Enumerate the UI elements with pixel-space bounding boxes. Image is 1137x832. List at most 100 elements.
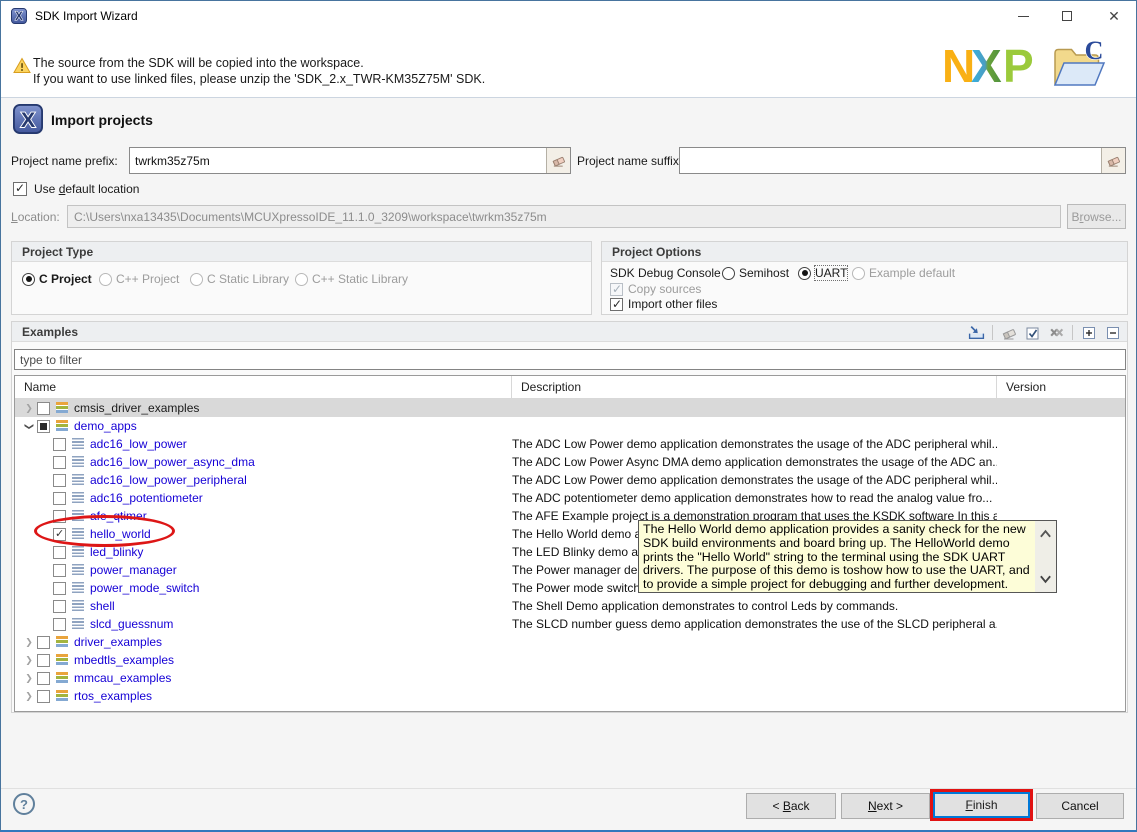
clear-prefix-button[interactable] [546,148,570,173]
row-checkbox-unchecked[interactable] [37,654,50,667]
tree-expanded-icon[interactable]: ❯ [24,418,35,434]
tree-row-adc16_low_power_peripheral[interactable]: adc16_low_power_peripheral The ADC Low Po… [15,471,1125,489]
row-checkbox-unchecked[interactable] [53,438,66,451]
row-checkbox-unchecked[interactable] [53,492,66,505]
row-description: The ADC Low Power demo application demon… [512,473,997,487]
row-name-cell: ❯ mbedtls_examples [15,653,512,667]
row-label[interactable]: adc16_potentiometer [90,491,203,505]
row-checkbox-unchecked[interactable] [53,618,66,631]
clear-suffix-button[interactable] [1101,148,1125,173]
row-label[interactable]: afe_qtimer [90,509,147,523]
tree-collapsed-icon[interactable]: ❯ [21,691,37,702]
project-name-prefix-input[interactable] [130,148,546,173]
tree-row-rtos_examples[interactable]: ❯ rtos_examples [15,687,1125,705]
suffix-field-container [679,147,1126,174]
tree-row-slcd_guessnum[interactable]: slcd_guessnumThe SLCD number guess demo … [15,615,1125,633]
row-label[interactable]: cmsis_driver_examples [74,401,199,415]
row-label[interactable]: mbedtls_examples [74,653,174,667]
radio-icon [99,273,112,286]
row-checkbox-unchecked[interactable] [53,600,66,613]
uncheck-all-icon[interactable] [1048,324,1065,341]
close-button[interactable]: ✕ [1097,1,1131,31]
radio-c-project[interactable]: C Project [22,272,92,286]
row-checkbox-unchecked[interactable] [53,510,66,523]
finish-button[interactable]: Finish [933,792,1030,818]
clear-filter-eraser-icon[interactable] [1000,324,1017,341]
browse-button[interactable]: Browse... [1067,204,1126,229]
row-label[interactable]: demo_apps [74,419,137,433]
tree-collapsed-icon[interactable]: ❯ [21,673,37,684]
row-label[interactable]: mmcau_examples [74,671,171,685]
row-checkbox-checked[interactable] [53,528,66,541]
toolbar-separator [1072,325,1073,340]
row-checkbox-unchecked[interactable] [37,672,50,685]
row-label[interactable]: slcd_guessnum [90,617,173,631]
tree-collapsed-icon[interactable]: ❯ [21,403,37,414]
check-all-icon[interactable] [1024,324,1041,341]
scroll-up-icon[interactable] [1039,529,1052,538]
tree-row-demo_apps[interactable]: ❯ demo_apps [15,417,1125,435]
row-checkbox-unchecked[interactable] [37,690,50,703]
examples-header: Examples [12,322,1127,342]
import-example-icon[interactable] [968,324,985,341]
tree-collapsed-icon[interactable]: ❯ [21,637,37,648]
copy-sources-row[interactable]: Copy sources [610,282,701,296]
minimize-button[interactable] [1006,1,1040,31]
row-checkbox-unchecked[interactable] [53,564,66,577]
help-button[interactable]: ? [13,793,35,815]
next-button[interactable]: Next > [841,793,930,819]
examples-filter-input[interactable] [15,350,1125,369]
tree-row-cmsis_driver_examples[interactable]: ❯ cmsis_driver_examples [15,399,1125,417]
tree-row-adc16_low_power_async_dma[interactable]: adc16_low_power_async_dmaThe ADC Low Pow… [15,453,1125,471]
column-header-name[interactable]: Name [15,376,512,398]
row-label[interactable]: rtos_examples [74,689,152,703]
row-label[interactable]: power_mode_switch [90,581,199,595]
tree-row-adc16_potentiometer[interactable]: adc16_potentiometerThe ADC potentiometer… [15,489,1125,507]
row-checkbox-unchecked[interactable] [37,402,50,415]
row-label[interactable]: adc16_low_power [90,437,187,451]
row-label[interactable]: driver_examples [74,635,162,649]
row-description: The Shell Demo application demonstrates … [512,599,997,613]
column-header-description[interactable]: Description [512,376,997,398]
scroll-down-icon[interactable] [1039,575,1052,584]
row-label[interactable]: power_manager [90,563,177,577]
radio-cpp-project[interactable]: C++ Project [99,272,179,286]
radio-uart[interactable]: UART [798,266,847,280]
maximize-button[interactable] [1050,1,1084,31]
import-other-files-row[interactable]: Import other files [610,297,717,311]
tree-row-shell[interactable]: shell The Shell Demo application demonstr… [15,597,1125,615]
radio-semihost[interactable]: Semihost [722,266,789,280]
radio-c-static-library[interactable]: C Static Library [190,272,289,286]
column-header-version[interactable]: Version [997,376,1125,398]
tree-row-mmcau_examples[interactable]: ❯ mmcau_examples [15,669,1125,687]
example-icon [72,510,84,522]
row-label[interactable]: hello_world [90,527,151,541]
radio-example-default[interactable]: Example default [852,266,955,280]
cancel-button[interactable]: Cancel [1036,793,1124,819]
tree-row-adc16_low_power[interactable]: adc16_low_powerThe ADC Low Power demo ap… [15,435,1125,453]
expand-all-icon[interactable] [1080,324,1097,341]
use-default-location-checkbox[interactable] [13,182,27,196]
row-checkbox-unchecked[interactable] [53,456,66,469]
row-checkbox-partial[interactable] [37,420,50,433]
example-icon [72,546,84,558]
example-icon [72,564,84,576]
row-checkbox-unchecked[interactable] [53,546,66,559]
row-label[interactable]: adc16_low_power_async_dma [90,455,255,469]
example-icon [72,492,84,504]
radio-cpp-static-library[interactable]: C++ Static Library [295,272,408,286]
row-label[interactable]: led_blinky [90,545,143,559]
row-label[interactable]: adc16_low_power_peripheral [90,473,247,487]
tree-collapsed-icon[interactable]: ❯ [21,655,37,666]
tree-row-mbedtls_examples[interactable]: ❯ mbedtls_examples [15,651,1125,669]
row-checkbox-unchecked[interactable] [53,582,66,595]
row-label[interactable]: shell [90,599,115,613]
example-icon [72,438,84,450]
row-name-cell: ❯ rtos_examples [15,689,512,703]
tree-row-driver_examples[interactable]: ❯ driver_examples [15,633,1125,651]
collapse-all-icon[interactable] [1104,324,1121,341]
row-checkbox-unchecked[interactable] [37,636,50,649]
back-button[interactable]: < Back [746,793,836,819]
project-name-suffix-input[interactable] [680,148,1101,173]
row-checkbox-unchecked[interactable] [53,474,66,487]
